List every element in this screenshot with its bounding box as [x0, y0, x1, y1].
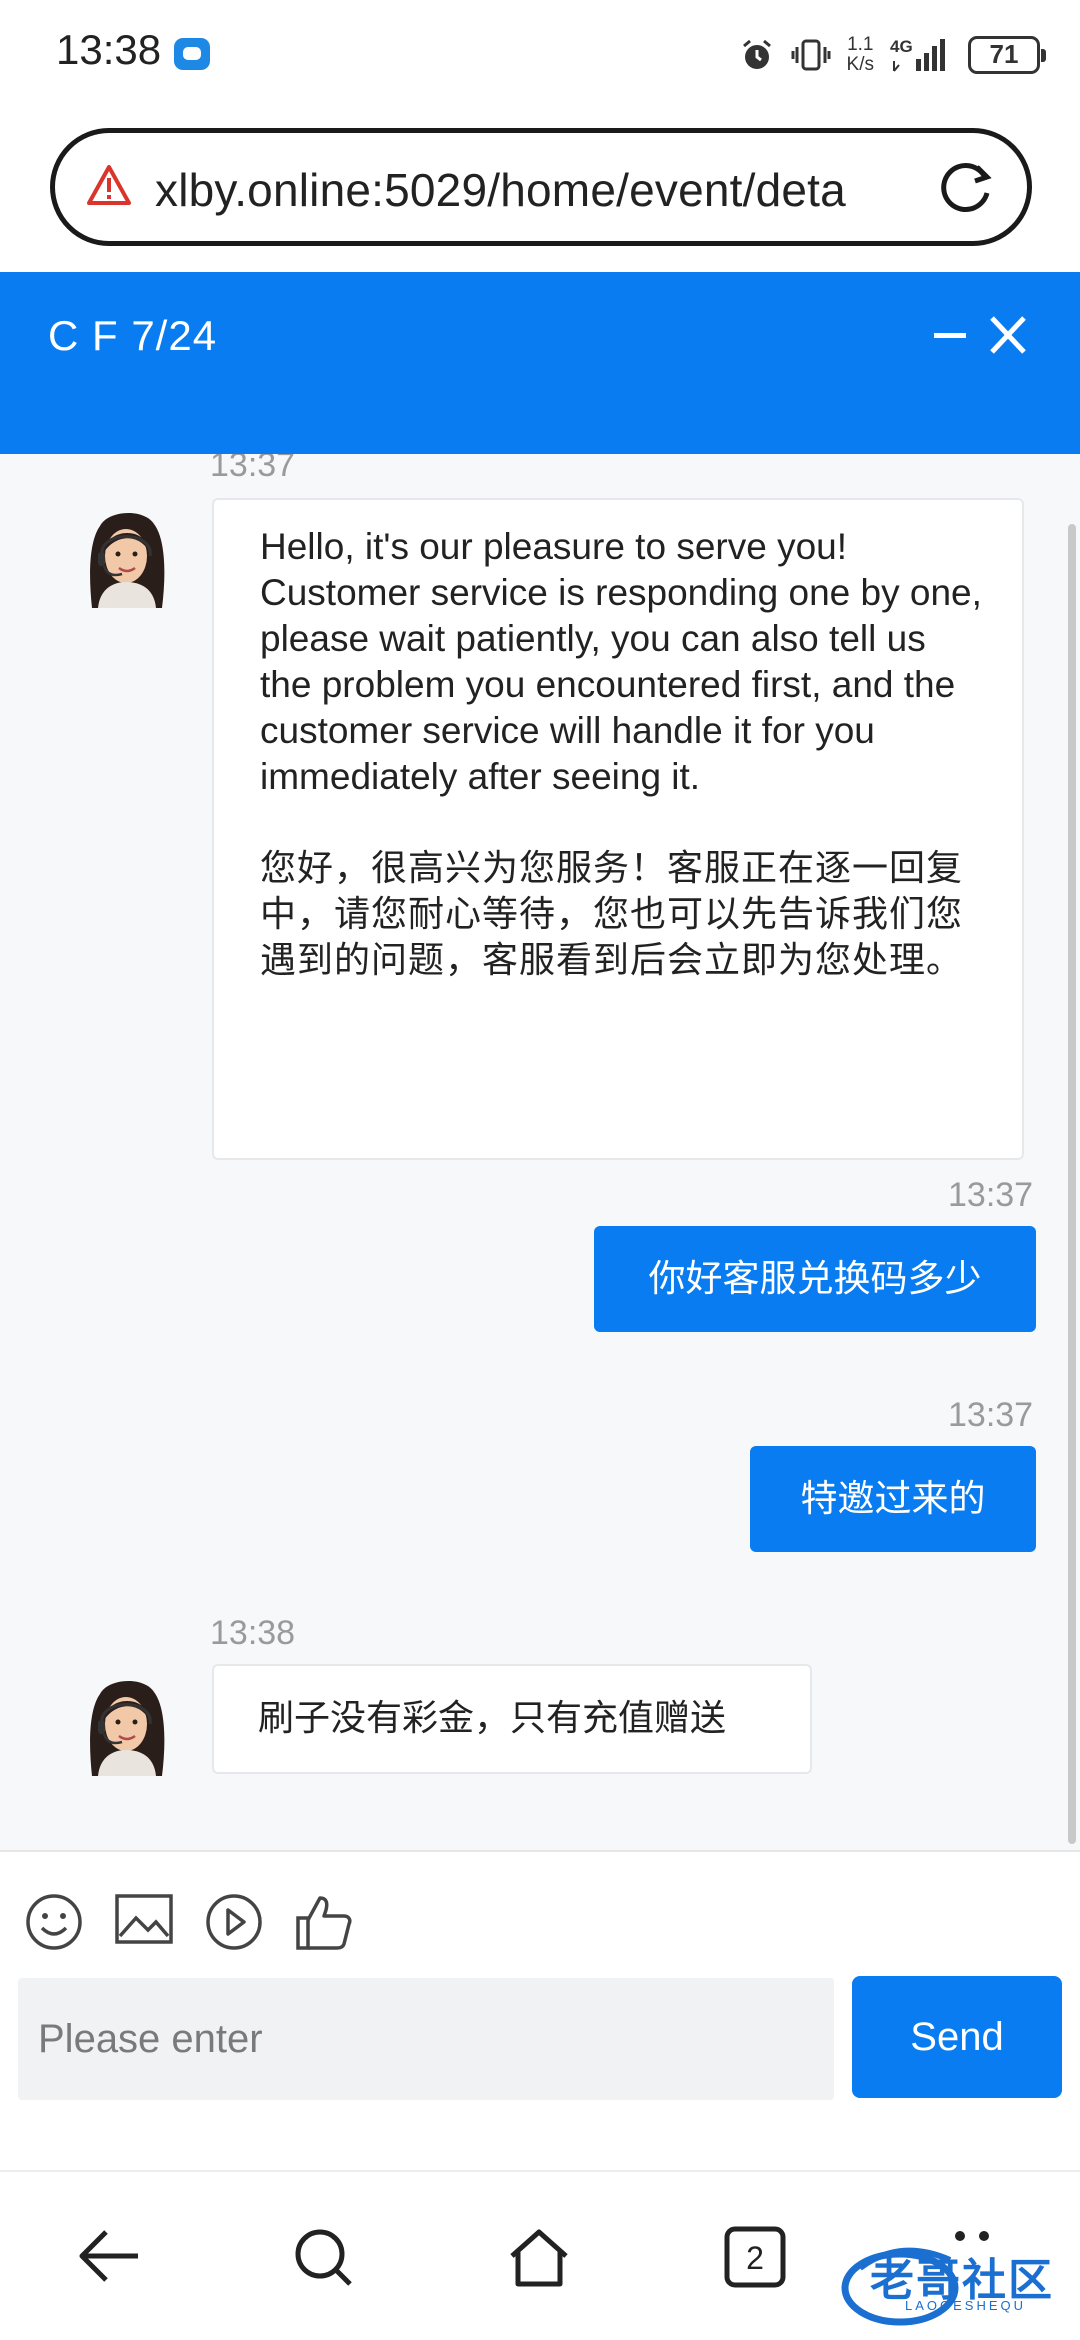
tabs-icon[interactable]: 2 — [724, 2226, 786, 2288]
status-bar: 13:38 1.1 K/s 4G 71 — [0, 0, 1080, 110]
video-icon[interactable] — [204, 1892, 264, 1952]
agent-avatar — [78, 500, 174, 608]
network-speed-unit: K/s — [846, 54, 874, 75]
status-icons: 1.1 K/s 4G 71 — [739, 30, 1046, 80]
incoming-message-bubble: 刷子没有彩金，只有充值赠送 — [212, 1664, 812, 1774]
search-icon[interactable] — [292, 2226, 356, 2290]
back-icon[interactable] — [76, 2226, 142, 2286]
close-icon[interactable] — [988, 314, 1028, 358]
cellular-signal: 4G — [890, 35, 952, 75]
message-text-chinese: 您好，很高兴为您服务！客服正在逐一回复中，请您耐心等待，您也可以先告诉我们您遇到… — [260, 848, 964, 981]
composer-input-row: Send — [0, 1972, 1080, 2172]
watermark-subtext: LAOGESHEQU — [905, 2298, 1027, 2313]
home-icon[interactable] — [506, 2226, 572, 2290]
message-text-english: Hello, it's our pleasure to serve you! C… — [260, 526, 993, 797]
agent-avatar-image — [78, 1668, 174, 1776]
message-list[interactable]: 13:37 Hello, it's our pleasure to serve … — [0, 454, 1080, 1850]
agent-avatar-image — [78, 500, 174, 608]
vibrate-icon — [791, 39, 831, 71]
svg-text:2: 2 — [746, 2240, 764, 2276]
minimize-icon[interactable] — [932, 310, 968, 360]
status-time: 13:38 — [56, 26, 162, 73]
message-timestamp: 13:38 — [210, 1614, 296, 1652]
chat-header: C F 7/24 — [0, 272, 1080, 454]
agent-avatar — [78, 1668, 174, 1776]
address-bar[interactable]: xlby.online:5029/home/event/deta — [50, 128, 1032, 246]
outgoing-message-bubble: 你好客服兑换码多少 — [594, 1226, 1036, 1332]
thumbs-up-icon[interactable] — [294, 1892, 354, 1952]
send-button[interactable]: Send — [852, 1976, 1062, 2098]
url-text[interactable]: xlby.online:5029/home/event/deta — [155, 163, 945, 217]
reload-icon[interactable] — [937, 159, 997, 215]
outgoing-message-bubble: 特邀过来的 — [750, 1446, 1036, 1552]
alarm-icon — [742, 39, 771, 69]
network-speed: 1.1 K/s — [847, 35, 874, 75]
network-speed-value: 1.1 — [847, 34, 874, 55]
message-timestamp: 13:37 — [948, 1176, 1034, 1214]
incoming-message-bubble: Hello, it's our pleasure to serve you! C… — [212, 498, 1024, 1160]
message-timestamp: 13:37 — [210, 454, 296, 484]
warning-icon[interactable] — [85, 163, 133, 207]
chat-title: C F 7/24 — [48, 312, 218, 359]
message-input[interactable] — [18, 1978, 834, 2100]
composer-toolbar — [0, 1852, 1080, 1972]
emoji-icon[interactable] — [24, 1892, 84, 1952]
signal-icon — [893, 39, 945, 72]
message-timestamp: 13:37 — [948, 1396, 1034, 1434]
scrollbar[interactable] — [1068, 524, 1076, 1844]
image-icon[interactable] — [114, 1892, 174, 1948]
battery-indicator: 71 — [968, 36, 1046, 74]
message-notification-icon — [174, 38, 210, 70]
